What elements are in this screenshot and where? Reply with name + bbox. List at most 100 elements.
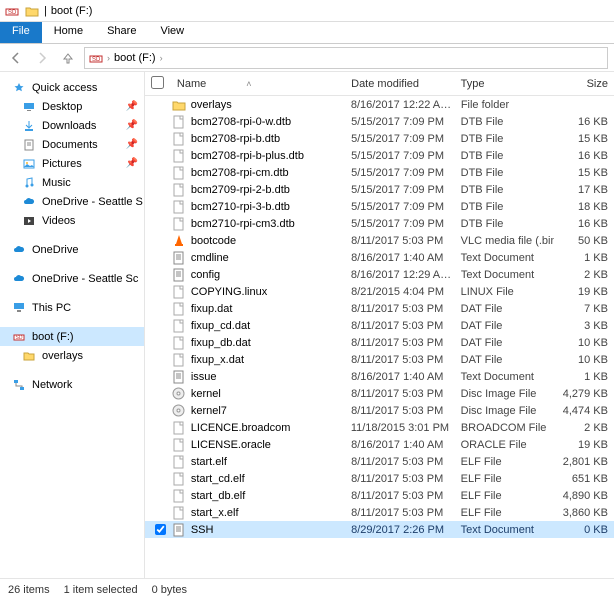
file-row[interactable]: cmdline8/16/2017 1:40 AMText Document1 K… — [145, 249, 614, 266]
file-row[interactable]: bootcode8/11/2017 5:03 PMVLC media file … — [145, 232, 614, 249]
file-size: 10 KB — [554, 354, 614, 366]
file-date: 8/11/2017 5:03 PM — [345, 320, 455, 332]
file-row[interactable]: bcm2708-rpi-0-w.dtb5/15/2017 7:09 PMDTB … — [145, 113, 614, 130]
file-type: ELF File — [455, 456, 555, 468]
file-name: COPYING.linux — [191, 286, 345, 298]
file-row[interactable]: start_db.elf8/11/2017 5:03 PMELF File4,8… — [145, 487, 614, 504]
nav-music[interactable]: Music — [0, 173, 144, 192]
desktop-icon — [22, 100, 36, 114]
column-size[interactable]: Size — [554, 78, 614, 90]
nav-pictures[interactable]: Pictures📌 — [0, 154, 144, 173]
file-row[interactable]: bcm2709-rpi-2-b.dtb5/15/2017 7:09 PMDTB … — [145, 181, 614, 198]
column-name[interactable]: Name˄ — [171, 78, 345, 90]
file-row[interactable]: SSH8/29/2017 2:26 PMText Document0 KB — [145, 521, 614, 538]
file-icon — [171, 421, 187, 435]
file-row[interactable]: config8/16/2017 12:29 A…Text Document2 K… — [145, 266, 614, 283]
file-icon — [171, 200, 187, 214]
nav-documents[interactable]: Documents📌 — [0, 135, 144, 154]
file-date: 8/29/2017 2:26 PM — [345, 524, 455, 536]
file-date: 8/16/2017 1:40 AM — [345, 439, 455, 451]
file-type: DTB File — [455, 133, 555, 145]
file-row[interactable]: fixup_cd.dat8/11/2017 5:03 PMDAT File3 K… — [145, 317, 614, 334]
file-size: 16 KB — [554, 116, 614, 128]
file-row[interactable]: LICENCE.broadcom11/18/2015 3:01 PMBROADC… — [145, 419, 614, 436]
file-row[interactable]: COPYING.linux8/21/2015 4:04 PMLINUX File… — [145, 283, 614, 300]
file-size: 1 KB — [554, 371, 614, 383]
column-type[interactable]: Type — [455, 78, 555, 90]
nav-back-button[interactable] — [6, 48, 26, 68]
file-row[interactable]: LICENSE.oracle8/16/2017 1:40 AMORACLE Fi… — [145, 436, 614, 453]
disc-icon — [171, 387, 187, 401]
file-row[interactable]: start_cd.elf8/11/2017 5:03 PMELF File651… — [145, 470, 614, 487]
file-row[interactable]: fixup.dat8/11/2017 5:03 PMDAT File7 KB — [145, 300, 614, 317]
nav-onedrive-seattle1[interactable]: OneDrive - Seattle S — [0, 192, 144, 211]
nav-quick-access[interactable]: Quick access — [0, 78, 144, 97]
file-row[interactable]: issue8/16/2017 1:40 AMText Document1 KB — [145, 368, 614, 385]
file-type: DAT File — [455, 303, 555, 315]
navigation-pane: Quick access Desktop📌 Downloads📌 Documen… — [0, 72, 145, 578]
file-icon — [171, 302, 187, 316]
file-row[interactable]: start_x.elf8/11/2017 5:03 PMELF File3,86… — [145, 504, 614, 521]
file-name: bcm2708-rpi-b-plus.dtb — [191, 150, 345, 162]
file-row[interactable]: bcm2710-rpi-cm3.dtb5/15/2017 7:09 PMDTB … — [145, 215, 614, 232]
file-row[interactable]: bcm2708-rpi-b.dtb5/15/2017 7:09 PMDTB Fi… — [145, 130, 614, 147]
status-bar: 26 items 1 item selected 0 bytes — [0, 578, 614, 600]
drive-icon: SD — [89, 51, 103, 65]
file-icon — [171, 149, 187, 163]
nav-downloads[interactable]: Downloads📌 — [0, 116, 144, 135]
file-date: 8/11/2017 5:03 PM — [345, 507, 455, 519]
file-name: bcm2708-rpi-cm.dtb — [191, 167, 345, 179]
nav-this-pc[interactable]: This PC — [0, 298, 144, 317]
nav-onedrive-seattle2[interactable]: OneDrive - Seattle Sc — [0, 269, 144, 288]
file-type: ELF File — [455, 490, 555, 502]
file-type: Disc Image File — [455, 405, 555, 417]
file-row[interactable]: fixup_db.dat8/11/2017 5:03 PMDAT File10 … — [145, 334, 614, 351]
chevron-right-icon: › — [160, 53, 163, 63]
nav-onedrive[interactable]: OneDrive — [0, 240, 144, 259]
network-icon — [12, 378, 26, 392]
file-row[interactable]: bcm2708-rpi-b-plus.dtb5/15/2017 7:09 PMD… — [145, 147, 614, 164]
file-type: DAT File — [455, 337, 555, 349]
file-row[interactable]: kernel8/11/2017 5:03 PMDisc Image File4,… — [145, 385, 614, 402]
tab-home[interactable]: Home — [42, 22, 95, 43]
nav-desktop[interactable]: Desktop📌 — [0, 97, 144, 116]
file-row[interactable]: start.elf8/11/2017 5:03 PMELF File2,801 … — [145, 453, 614, 470]
file-type: Text Document — [455, 252, 555, 264]
nav-forward-button[interactable] — [32, 48, 52, 68]
breadcrumb-current[interactable]: boot (F:) — [114, 52, 156, 64]
file-size: 15 KB — [554, 167, 614, 179]
file-row[interactable]: bcm2708-rpi-cm.dtb5/15/2017 7:09 PMDTB F… — [145, 164, 614, 181]
file-row[interactable]: kernel78/11/2017 5:03 PMDisc Image File4… — [145, 402, 614, 419]
file-row[interactable]: overlays8/16/2017 12:22 A…File folder — [145, 96, 614, 113]
file-size: 2 KB — [554, 422, 614, 434]
file-icon — [171, 217, 187, 231]
file-row[interactable]: bcm2710-rpi-3-b.dtb5/15/2017 7:09 PMDTB … — [145, 198, 614, 215]
file-icon — [171, 285, 187, 299]
tab-view[interactable]: View — [148, 22, 196, 43]
txt-icon — [171, 268, 187, 282]
nav-boot-drive[interactable]: SDboot (F:) — [0, 327, 144, 346]
cloud-icon — [12, 272, 26, 286]
nav-up-button[interactable] — [58, 48, 78, 68]
file-type: DTB File — [455, 167, 555, 179]
tab-share[interactable]: Share — [95, 22, 148, 43]
nav-network[interactable]: Network — [0, 375, 144, 394]
file-type: DTB File — [455, 184, 555, 196]
txt-icon — [171, 370, 187, 384]
nav-videos[interactable]: Videos — [0, 211, 144, 230]
file-type: DTB File — [455, 218, 555, 230]
file-size: 16 KB — [554, 218, 614, 230]
nav-overlays-folder[interactable]: overlays — [0, 346, 144, 365]
column-date[interactable]: Date modified — [345, 78, 455, 90]
select-all-checkbox[interactable] — [151, 76, 164, 89]
row-checkbox[interactable] — [155, 524, 166, 535]
file-name: fixup.dat — [191, 303, 345, 315]
file-size: 10 KB — [554, 337, 614, 349]
breadcrumb[interactable]: SD › boot (F:) › — [84, 47, 608, 69]
file-row[interactable]: fixup_x.dat8/11/2017 5:03 PMDAT File10 K… — [145, 351, 614, 368]
file-size: 651 KB — [554, 473, 614, 485]
music-icon — [22, 176, 36, 190]
status-bytes: 0 bytes — [152, 584, 187, 596]
videos-icon — [22, 214, 36, 228]
tab-file[interactable]: File — [0, 22, 42, 43]
